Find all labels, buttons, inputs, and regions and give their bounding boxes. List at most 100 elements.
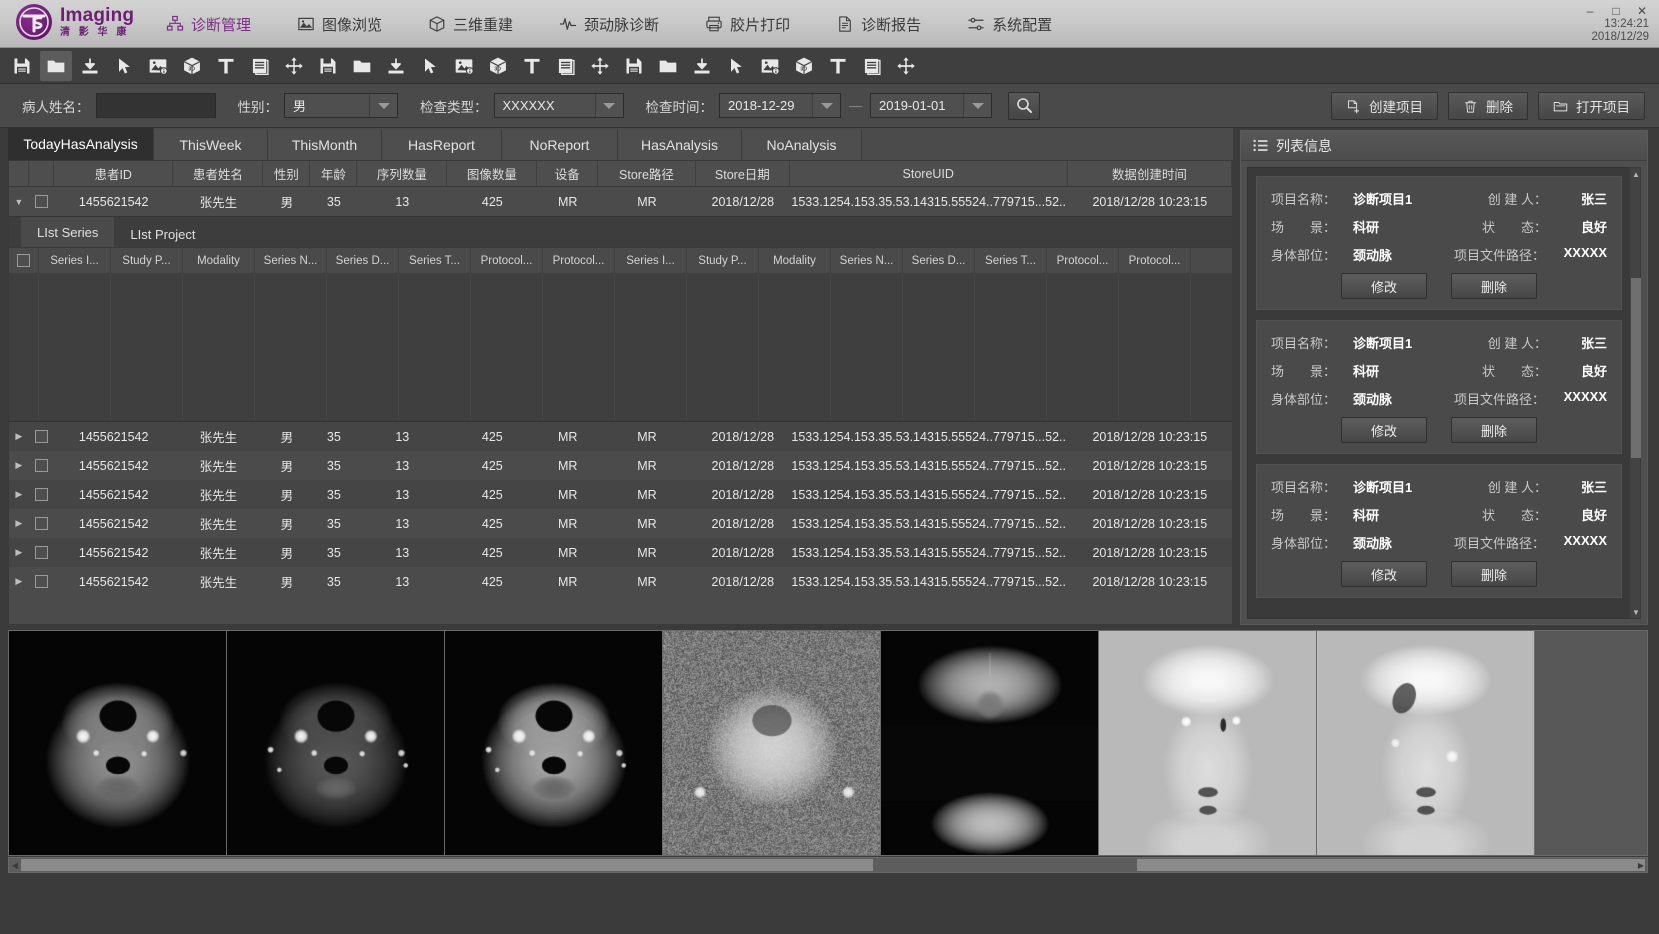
- delete-project-button[interactable]: 删除: [1451, 417, 1537, 443]
- column-header-10[interactable]: Store路径: [598, 161, 696, 186]
- column-header-7[interactable]: 序列数量: [357, 161, 447, 186]
- row-checkbox[interactable]: [35, 488, 48, 501]
- toolbar-button-2[interactable]: [40, 51, 72, 81]
- series-column-13[interactable]: Series N...: [831, 248, 903, 273]
- table-row[interactable]: ▶1455621542张先生男3513425MRMR2018/12/281533…: [9, 538, 1232, 567]
- toolbar-button-23[interactable]: [754, 51, 786, 81]
- row-checkbox[interactable]: [35, 575, 48, 588]
- toolbar-button-16[interactable]: [516, 51, 548, 81]
- thumbnail-1[interactable]: [9, 631, 227, 855]
- chevron-down-icon[interactable]: [812, 94, 840, 117]
- project-card-list[interactable]: 项目名称： 诊断项目1 创 建 人： 张三 场 景： 科研 状 态： 良好 身体…: [1247, 167, 1631, 619]
- series-column-16[interactable]: Protocol...: [1047, 248, 1119, 273]
- toolbar-button-3[interactable]: [74, 51, 106, 81]
- delete-project-button[interactable]: 删除: [1451, 273, 1537, 299]
- subtab-2[interactable]: LIst Project: [114, 221, 211, 247]
- row-checkbox[interactable]: [35, 546, 48, 559]
- thumbnail-3[interactable]: [445, 631, 663, 855]
- column-header-9[interactable]: 设备: [537, 161, 598, 186]
- toolbar-button-15[interactable]: 3D: [482, 51, 514, 81]
- toolbar-button-25[interactable]: [822, 51, 854, 81]
- series-column-14[interactable]: Series D...: [903, 248, 975, 273]
- row-expand-toggle[interactable]: ▶: [10, 489, 28, 500]
- toolbar-button-4[interactable]: [108, 51, 140, 81]
- tab-hasreport[interactable]: HasReport: [382, 130, 502, 160]
- project-card[interactable]: 项目名称： 诊断项目1 创 建 人： 张三 场 景： 科研 状 态： 良好 身体…: [1256, 464, 1622, 598]
- column-header-12[interactable]: StoreUID: [790, 161, 1068, 186]
- series-column-12[interactable]: Modality: [759, 248, 831, 273]
- toolbar-button-17[interactable]: [550, 51, 582, 81]
- toolbar-button-22[interactable]: [720, 51, 752, 81]
- thumbnail-5[interactable]: [881, 631, 1099, 855]
- table-row[interactable]: ▶1455621542张先生男3513425MRMR2018/12/281533…: [9, 451, 1232, 480]
- toolbar-button-5[interactable]: [142, 51, 174, 81]
- row-checkbox[interactable]: [35, 430, 48, 443]
- chevron-down-icon[interactable]: [369, 94, 397, 117]
- thumbnail-7[interactable]: [1317, 631, 1535, 855]
- edit-project-button[interactable]: 修改: [1341, 561, 1427, 587]
- series-column-3[interactable]: Study P...: [111, 248, 183, 273]
- chevron-down-icon[interactable]: [595, 94, 623, 117]
- menu-item-4[interactable]: 颈动脉诊断: [553, 10, 665, 39]
- select-all-checkbox[interactable]: [17, 254, 30, 267]
- scroll-down-icon[interactable]: ▼: [1630, 606, 1642, 618]
- chevron-down-icon[interactable]: [963, 94, 991, 117]
- scroll-up-icon[interactable]: ▲: [1630, 168, 1642, 180]
- toolbar-button-9[interactable]: [278, 51, 310, 81]
- series-column-4[interactable]: Modality: [183, 248, 255, 273]
- column-header-5[interactable]: 性别: [263, 161, 310, 186]
- toolbar-button-19[interactable]: [618, 51, 650, 81]
- top-button-2[interactable]: 删除: [1448, 92, 1528, 120]
- column-header-6[interactable]: 年龄: [310, 161, 357, 186]
- column-header-2[interactable]: [29, 161, 54, 186]
- scrollbar-thumb[interactable]: [1631, 278, 1641, 458]
- series-column-10[interactable]: Series I...: [615, 248, 687, 273]
- series-column-2[interactable]: Series I...: [39, 248, 111, 273]
- date-from-select[interactable]: 2018-12-29: [719, 93, 841, 118]
- toolbar-button-1[interactable]: [6, 51, 38, 81]
- right-panel-scrollbar[interactable]: ▲ ▼: [1629, 167, 1641, 619]
- column-header-8[interactable]: 图像数量: [447, 161, 537, 186]
- tab-noanalysis[interactable]: NoAnalysis: [742, 130, 862, 160]
- toolbar-button-7[interactable]: [210, 51, 242, 81]
- row-expand-toggle[interactable]: ▶: [10, 518, 28, 529]
- top-button-3[interactable]: 打开项目: [1538, 92, 1645, 120]
- exam-type-select[interactable]: XXXXXX: [494, 93, 624, 118]
- row-expand-toggle[interactable]: ▶: [10, 431, 28, 442]
- tab-thismonth[interactable]: ThisMonth: [268, 130, 382, 160]
- tab-todayhasanalysis[interactable]: TodayHasAnalysis: [8, 128, 154, 160]
- date-to-select[interactable]: 2019-01-01: [870, 93, 992, 118]
- series-column-7[interactable]: Series T...: [399, 248, 471, 273]
- row-expand-toggle[interactable]: ▼: [10, 197, 28, 207]
- toolbar-button-8[interactable]: [244, 51, 276, 81]
- thumbnail-4[interactable]: [663, 631, 881, 855]
- scroll-left-icon[interactable]: ◀: [9, 859, 21, 871]
- table-row[interactable]: ▶1455621542张先生男3513425MRMR2018/12/281533…: [9, 567, 1232, 596]
- toolbar-button-10[interactable]: [312, 51, 344, 81]
- project-card[interactable]: 项目名称： 诊断项目1 创 建 人： 张三 场 景： 科研 状 态： 良好 身体…: [1256, 320, 1622, 454]
- top-button-1[interactable]: 创建项目: [1331, 92, 1438, 120]
- toolbar-button-12[interactable]: [380, 51, 412, 81]
- toolbar-button-18[interactable]: [584, 51, 616, 81]
- table-row[interactable]: ▼1455621542张先生男3513425MRMR2018/12/281533…: [9, 187, 1232, 216]
- thumbnail-2[interactable]: [227, 631, 445, 855]
- row-expand-toggle[interactable]: ▶: [10, 576, 28, 587]
- menu-item-7[interactable]: 系统配置: [961, 10, 1058, 39]
- series-column-5[interactable]: Series N...: [255, 248, 327, 273]
- menu-item-3[interactable]: 三维重建: [422, 10, 519, 39]
- menu-item-5[interactable]: 胶片打印: [699, 10, 796, 39]
- toolbar-button-14[interactable]: [448, 51, 480, 81]
- tab-hasanalysis[interactable]: HasAnalysis: [618, 130, 742, 160]
- search-button[interactable]: [1008, 92, 1040, 120]
- row-checkbox[interactable]: [35, 517, 48, 530]
- patient-name-input[interactable]: [96, 93, 216, 118]
- series-column-9[interactable]: Protocol...: [543, 248, 615, 273]
- toolbar-button-11[interactable]: [346, 51, 378, 81]
- series-column-15[interactable]: Series T...: [975, 248, 1047, 273]
- tab-noreport[interactable]: NoReport: [502, 130, 618, 160]
- column-header-3[interactable]: 患者ID: [54, 161, 173, 186]
- row-expand-toggle[interactable]: ▶: [10, 547, 28, 558]
- toolbar-button-13[interactable]: [414, 51, 446, 81]
- toolbar-button-20[interactable]: [652, 51, 684, 81]
- series-column-17[interactable]: Protocol...: [1119, 248, 1191, 273]
